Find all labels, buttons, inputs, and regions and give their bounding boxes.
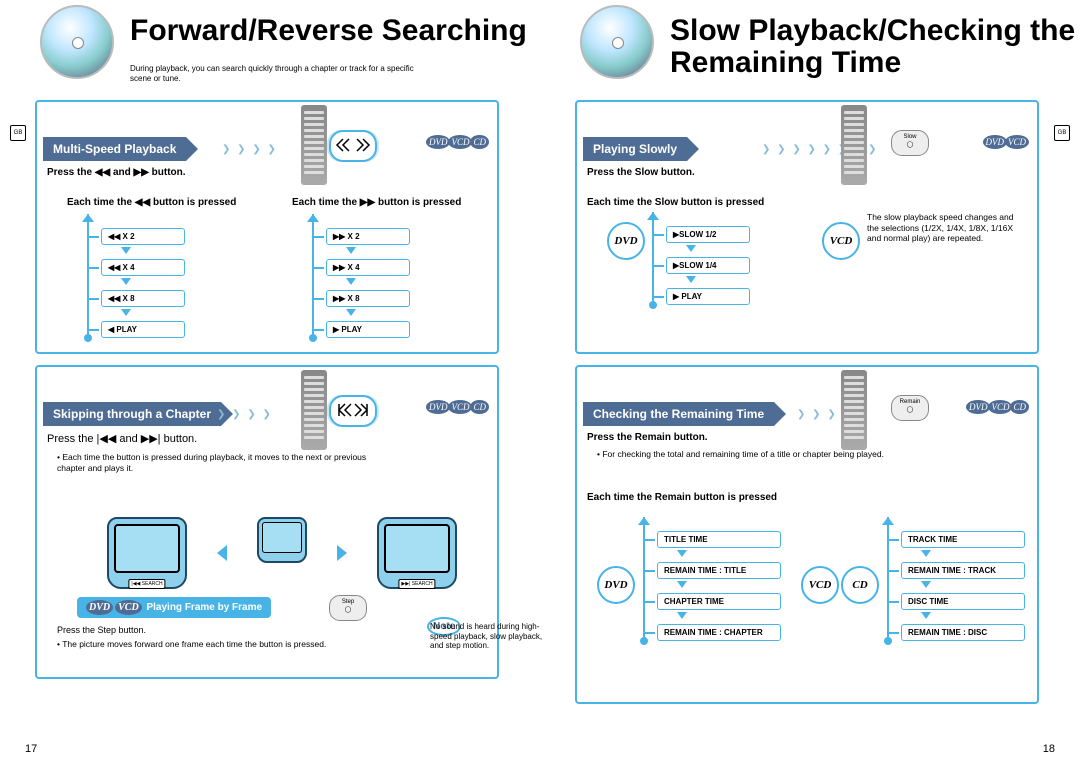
dvd-badge: DVD xyxy=(607,222,645,260)
chevrons-icon: ❯ ❯ ❯ ❯ xyxy=(217,409,273,420)
chevrons-icon: ❯ ❯ ❯ xyxy=(797,409,838,420)
step-pill: CHAPTER TIME xyxy=(657,593,781,610)
section-flag: Skipping through a Chapter xyxy=(43,402,221,426)
col-title: Each time the ▶▶ button is pressed xyxy=(292,197,467,208)
intro-text: During playback, you can search quickly … xyxy=(130,64,430,83)
chevrons-icon: ❯ ❯ ❯ ❯ xyxy=(222,144,278,155)
skip-buttons-icon xyxy=(329,395,377,427)
slow-explanation: The slow playback speed changes and the … xyxy=(867,212,1027,244)
lang-badge: GB xyxy=(10,125,26,141)
tv-diagram: |◀◀ SEARCH ▶▶| SEARCH xyxy=(107,517,457,589)
step-pill: ▶ PLAY xyxy=(326,321,410,338)
forward-column: Each time the ▶▶ button is pressed ▶▶ X … xyxy=(292,197,467,342)
step-pill: ▶▶ X 8 xyxy=(326,290,410,307)
step-pill: REMAIN TIME : CHAPTER xyxy=(657,624,781,641)
instruction: Press the |◀◀ and ▶▶| button. xyxy=(47,432,197,445)
instruction: Press the ◀◀ and ▶▶ button. xyxy=(47,167,186,178)
instruction: Press the Remain button. xyxy=(587,432,708,443)
step-pill: TRACK TIME xyxy=(901,531,1025,548)
format-badges: DVDVCDCD xyxy=(968,402,1029,412)
arrow-right-icon xyxy=(337,545,347,561)
lang-badge: GB xyxy=(1054,125,1070,141)
remote-graphic xyxy=(301,105,327,185)
step-pill: ▶SLOW 1/2 xyxy=(666,226,750,243)
tv-label: ▶▶| SEARCH xyxy=(398,579,435,589)
bullet-note: For checking the total and remaining tim… xyxy=(597,449,897,460)
remote-graphic xyxy=(841,370,867,450)
reverse-column: Each time the ◀◀ button is pressed ◀◀ X … xyxy=(67,197,242,342)
section-flag: Playing Slowly xyxy=(583,137,687,161)
step-pill: ▶▶ X 4 xyxy=(326,259,410,276)
step-pill: ▶ PLAY xyxy=(666,288,750,305)
arrow-left-icon xyxy=(217,545,227,561)
section-flag: Checking the Remaining Time xyxy=(583,402,774,426)
instruction: Press the Slow button. xyxy=(587,167,695,178)
tv-label: |◀◀ SEARCH xyxy=(128,579,165,589)
page-number: 18 xyxy=(1043,743,1055,755)
frame-section-flag: DVDVCD Playing Frame by Frame xyxy=(77,597,271,618)
section-multispeed: Multi-Speed Playback ❯ ❯ ❯ ❯ DVDVCDCD Pr… xyxy=(35,100,499,354)
dvd-badge: DVD xyxy=(597,566,635,604)
vcd-badge: VCD xyxy=(801,566,839,604)
page-title-right: Slow Playback/Checking the Remaining Tim… xyxy=(670,15,1080,78)
step-pill: ◀ PLAY xyxy=(101,321,185,338)
subhead: Each time the Remain button is pressed xyxy=(587,492,777,503)
step-pill: ▶▶ X 2 xyxy=(326,228,410,245)
step-pill: ▶SLOW 1/4 xyxy=(666,257,750,274)
bullet-note: Each time the button is pressed during p… xyxy=(57,452,377,473)
step-button-graphic: Step◯ xyxy=(329,595,367,621)
step-pill: ◀◀ X 8 xyxy=(101,290,185,307)
frame-bullet: The picture moves forward one frame each… xyxy=(57,639,377,650)
remote-graphic xyxy=(301,370,327,450)
section-flag: Multi-Speed Playback xyxy=(43,137,186,161)
step-pill: REMAIN TIME : DISC xyxy=(901,624,1025,641)
disc-graphic xyxy=(40,5,114,79)
section-remaining: Checking the Remaining Time ❯ ❯ ❯ Remain… xyxy=(575,365,1039,704)
disc-graphic xyxy=(580,5,654,79)
cd-badge: CD xyxy=(841,566,879,604)
note-text: No sound is heard during high-speed play… xyxy=(430,622,550,651)
remote-graphic xyxy=(841,105,867,185)
format-badges: DVDVCDCD xyxy=(428,137,489,147)
format-badges: DVDVCDCD xyxy=(428,402,489,412)
step-pill: DISC TIME xyxy=(901,593,1025,610)
subhead: Each time the Slow button is pressed xyxy=(587,197,764,208)
section-slow: Playing Slowly ❯ ❯ ❯ ❯ ❯ ❯ ❯ ❯ Slow◯ DVD… xyxy=(575,100,1039,354)
frame-instruction: Press the Step button. xyxy=(57,625,146,636)
slow-button-graphic: Slow◯ xyxy=(891,130,929,156)
remain-button-graphic: Remain◯ xyxy=(891,395,929,421)
page-title-left: Forward/Reverse Searching xyxy=(130,15,527,47)
step-pill: ◀◀ X 2 xyxy=(101,228,185,245)
format-badges: DVDVCD xyxy=(985,137,1030,147)
vcd-badge: VCD xyxy=(822,222,860,260)
col-title: Each time the ◀◀ button is pressed xyxy=(67,197,242,208)
page-number: 17 xyxy=(25,743,37,755)
step-pill: REMAIN TIME : TRACK xyxy=(901,562,1025,579)
step-pill: REMAIN TIME : TITLE xyxy=(657,562,781,579)
step-pill: ◀◀ X 4 xyxy=(101,259,185,276)
step-pill: TITLE TIME xyxy=(657,531,781,548)
rew-ff-icon xyxy=(329,130,377,162)
